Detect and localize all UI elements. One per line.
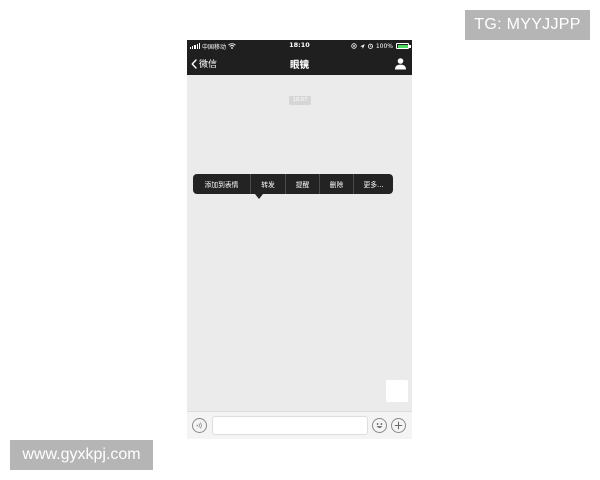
message-input[interactable] — [212, 416, 368, 435]
battery-percent: 100% — [375, 42, 393, 50]
emoji-icon — [376, 423, 383, 428]
person-icon[interactable] — [394, 57, 407, 70]
input-bar — [187, 411, 412, 439]
rotation-lock-icon — [351, 43, 357, 49]
chat-title: 眼镜 — [289, 60, 309, 71]
menu-item-delete[interactable]: 删除 — [319, 174, 353, 194]
message-context-menu: 添加到表情 转发 提醒 删除 更多... — [193, 174, 393, 194]
status-bar: 中国移动 18:10 100% — [187, 40, 412, 52]
menu-item-add-sticker[interactable]: 添加到表情 — [193, 174, 250, 194]
emoji-button[interactable] — [372, 418, 387, 433]
menu-item-forward[interactable]: 转发 — [250, 174, 285, 194]
voice-icon — [196, 422, 202, 429]
menu-item-more[interactable]: 更多... — [353, 174, 393, 194]
battery-icon — [396, 43, 411, 49]
battery-fill — [397, 44, 408, 48]
nav-bar: 微信 眼镜 — [187, 52, 412, 75]
selected-message-bubble[interactable] — [386, 380, 408, 402]
menu-pointer — [255, 194, 263, 199]
plus-button[interactable] — [391, 418, 406, 433]
location-icon — [360, 43, 365, 49]
status-right: 100% — [351, 42, 411, 50]
watermark-bottom: www.gyxkpj.com — [10, 440, 153, 470]
menu-item-remind[interactable]: 提醒 — [285, 174, 319, 194]
watermark-top: TG: MYYJJPP — [465, 10, 590, 40]
message-timestamp: 18:07 — [289, 96, 311, 105]
alarm-icon — [367, 43, 373, 49]
plus-icon — [394, 421, 403, 430]
phone-screen: 中国移动 18:10 100% 微信 眼镜 18:07 添加到表情 转发 提醒 … — [187, 40, 412, 439]
chat-area: 18:07 添加到表情 转发 提醒 删除 更多... — [187, 75, 412, 411]
voice-button[interactable] — [192, 418, 207, 433]
